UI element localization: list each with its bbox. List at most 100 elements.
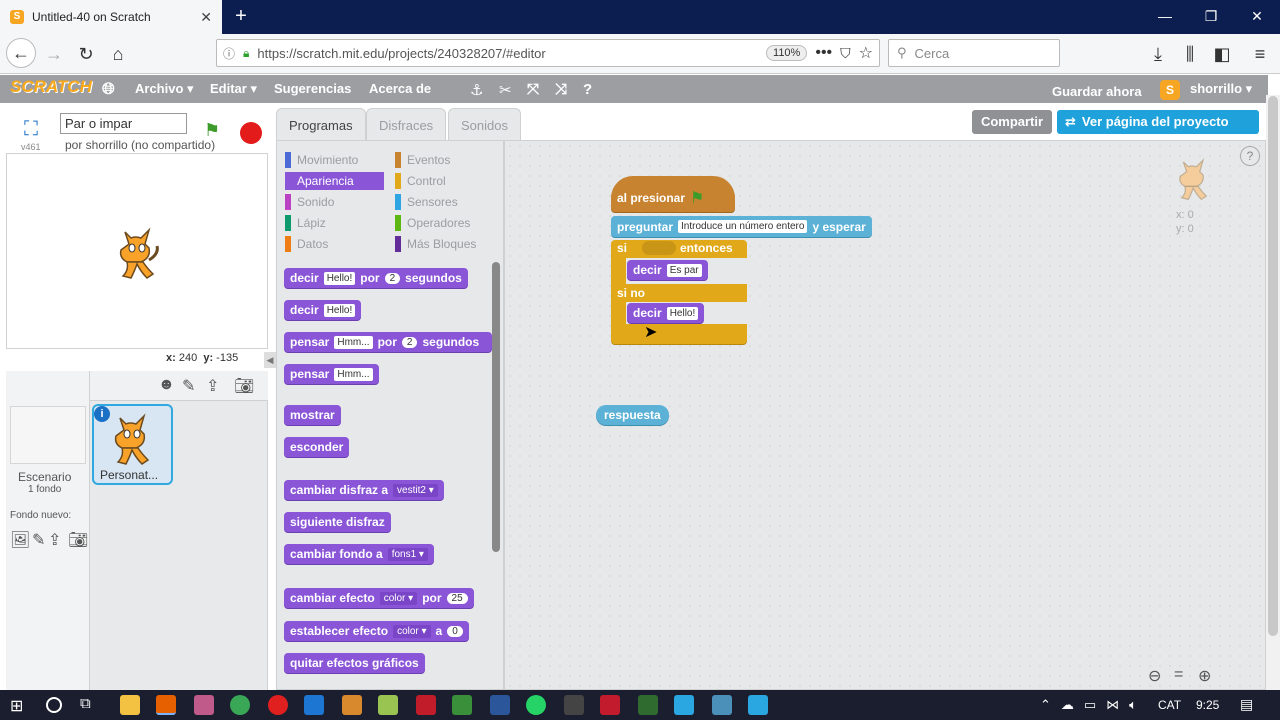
category-events[interactable]: Eventos: [395, 151, 450, 169]
app-icon-1[interactable]: [194, 695, 214, 715]
block-say-es-par[interactable]: decir Es par: [627, 260, 708, 280]
block-say-hello[interactable]: decir Hello!: [627, 303, 705, 323]
library-icon[interactable]: ⫼: [1178, 43, 1202, 65]
stop-button[interactable]: [240, 122, 262, 144]
category-motion[interactable]: Movimiento: [285, 151, 358, 169]
menu-file[interactable]: Archivo ▾: [135, 81, 194, 97]
category-control[interactable]: Control: [395, 172, 446, 190]
tray-icons[interactable]: ⌃☁▭⋈🔈︎: [1040, 697, 1147, 713]
see-project-page-button[interactable]: ⇄ Ver página del proyecto: [1057, 110, 1259, 134]
download-icon[interactable]: ⤓: [1146, 43, 1170, 65]
sidebar-icon[interactable]: ◧: [1210, 43, 1234, 65]
app-icon-11[interactable]: [712, 695, 732, 715]
block-say[interactable]: decir Hello!: [284, 300, 362, 320]
upload-sprite-icon[interactable]: ⇪: [206, 376, 219, 396]
opera-icon[interactable]: [268, 695, 288, 715]
forward-icon[interactable]: →: [42, 43, 66, 65]
project-title-input[interactable]: Par o impar: [60, 113, 187, 134]
block-say-for-secs[interactable]: decir Hello! por 2 segundos: [284, 268, 468, 288]
user-avatar[interactable]: S: [1160, 80, 1180, 100]
reporter-answer[interactable]: respuesta: [596, 405, 669, 425]
block-switch-backdrop[interactable]: cambiar fondo a fons1 ▾: [284, 544, 434, 564]
new-tab-icon[interactable]: +: [230, 5, 252, 27]
url-bar[interactable]: ⓘ 🔒︎ https://scratch.mit.edu/projects/24…: [216, 39, 880, 67]
camera-backdrop-icon[interactable]: 📷︎: [68, 530, 88, 550]
task-view-icon[interactable]: ⧉: [80, 695, 91, 712]
block-when-flag-clicked[interactable]: al presionar ⚑: [611, 188, 735, 208]
notifications-icon[interactable]: ▤: [1240, 696, 1253, 713]
category-looks[interactable]: Apariencia: [285, 172, 384, 190]
category-sound[interactable]: Sonido: [285, 193, 334, 211]
fullscreen-icon[interactable]: ⛶: [16, 118, 46, 142]
clock[interactable]: 9:25: [1196, 698, 1219, 712]
block-set-effect[interactable]: establecer efecto color ▾ a 0: [284, 621, 469, 641]
upload-backdrop-icon[interactable]: ⇪: [48, 530, 61, 550]
stage-thumbnail[interactable]: [10, 406, 86, 464]
app-icon-4[interactable]: [416, 695, 436, 715]
info-icon[interactable]: ⓘ: [223, 45, 235, 62]
app-icon-9[interactable]: [638, 695, 658, 715]
user-menu[interactable]: shorrillo ▾: [1190, 81, 1252, 97]
menu-about[interactable]: Acerca de: [369, 81, 431, 96]
category-pen[interactable]: Lápiz: [285, 214, 326, 232]
share-button[interactable]: Compartir: [972, 110, 1052, 134]
save-now-button[interactable]: Guardar ahora: [1052, 84, 1142, 99]
shrink-icon[interactable]: ⤨: [555, 81, 567, 98]
zoom-out-icon[interactable]: ⊖: [1148, 666, 1161, 686]
help-circle-icon[interactable]: ?: [1240, 146, 1260, 166]
block-next-costume[interactable]: siguiente disfraz: [284, 512, 391, 532]
app-icon-5[interactable]: [452, 695, 472, 715]
condition-slot[interactable]: [642, 241, 676, 255]
app-icon-6[interactable]: [490, 695, 510, 715]
duplicate-icon[interactable]: ⚓︎: [470, 81, 483, 99]
green-flag-icon[interactable]: ⚑: [204, 120, 220, 141]
app-icon-7[interactable]: [564, 695, 584, 715]
category-more-blocks[interactable]: Más Bloques: [395, 235, 476, 253]
delete-icon[interactable]: ✂: [499, 81, 512, 99]
file-explorer-icon[interactable]: [120, 695, 140, 715]
restore-icon[interactable]: ❐: [1196, 8, 1226, 25]
category-data[interactable]: Datos: [285, 235, 328, 253]
search-bar[interactable]: ⚲ Cerca: [888, 39, 1060, 67]
paint-sprite-icon[interactable]: ✎: [182, 376, 195, 396]
minimize-icon[interactable]: —: [1150, 8, 1180, 24]
app-icon-2[interactable]: [342, 695, 362, 715]
grow-icon[interactable]: ⤧: [527, 81, 539, 98]
zoom-in-icon[interactable]: ⊕: [1198, 666, 1211, 686]
app-icon-10[interactable]: [674, 695, 694, 715]
more-actions-icon[interactable]: •••: [815, 44, 832, 62]
zoom-reset-icon[interactable]: =: [1174, 666, 1183, 684]
category-sensing[interactable]: Sensores: [395, 193, 458, 211]
cortana-icon[interactable]: [46, 697, 62, 713]
language-indicator[interactable]: CAT: [1158, 698, 1181, 712]
cat-sprite-icon[interactable]: [111, 224, 165, 282]
windows-start-icon[interactable]: ⊞: [10, 696, 23, 716]
reload-icon[interactable]: ↻: [74, 43, 98, 65]
block-think-for-secs[interactable]: pensar Hmm... por 2 segundos: [284, 332, 492, 352]
page-scrollbar-thumb[interactable]: [1268, 96, 1278, 636]
app-icon-12[interactable]: [748, 695, 768, 715]
edge-icon[interactable]: [304, 695, 324, 715]
block-hide[interactable]: esconder: [284, 437, 350, 457]
pocket-icon[interactable]: ⛉: [840, 45, 851, 62]
tab-costumes[interactable]: Disfraces: [366, 108, 447, 140]
browser-tab[interactable]: S Untitled-40 on Scratch ✕: [0, 0, 222, 34]
block-ask-and-wait[interactable]: preguntar Introduce un número entero y esp…: [611, 216, 872, 237]
chrome-icon[interactable]: [230, 695, 250, 715]
block-change-effect[interactable]: cambiar efecto color ▾ por 25: [284, 588, 474, 608]
firefox-icon[interactable]: [156, 695, 176, 715]
whatsapp-icon[interactable]: [526, 695, 546, 715]
app-icon-3[interactable]: [378, 695, 398, 715]
zoom-level[interactable]: 110%: [766, 45, 808, 61]
menu-edit[interactable]: Editar ▾: [210, 81, 257, 97]
url-text[interactable]: https://scratch.mit.edu/projects/2403282…: [257, 46, 758, 61]
close-tab-icon[interactable]: ✕: [200, 9, 212, 26]
back-icon[interactable]: ←: [6, 38, 36, 68]
bookmark-star-icon[interactable]: ☆: [859, 43, 873, 63]
app-icon-8[interactable]: [600, 695, 620, 715]
backdrop-library-icon[interactable]: 🖼︎: [10, 530, 30, 550]
tab-scripts[interactable]: Programas: [276, 108, 366, 140]
globe-icon[interactable]: 🌐︎: [102, 81, 115, 99]
camera-sprite-icon[interactable]: 📷︎: [234, 376, 254, 396]
tab-sounds[interactable]: Sonidos: [448, 108, 521, 140]
